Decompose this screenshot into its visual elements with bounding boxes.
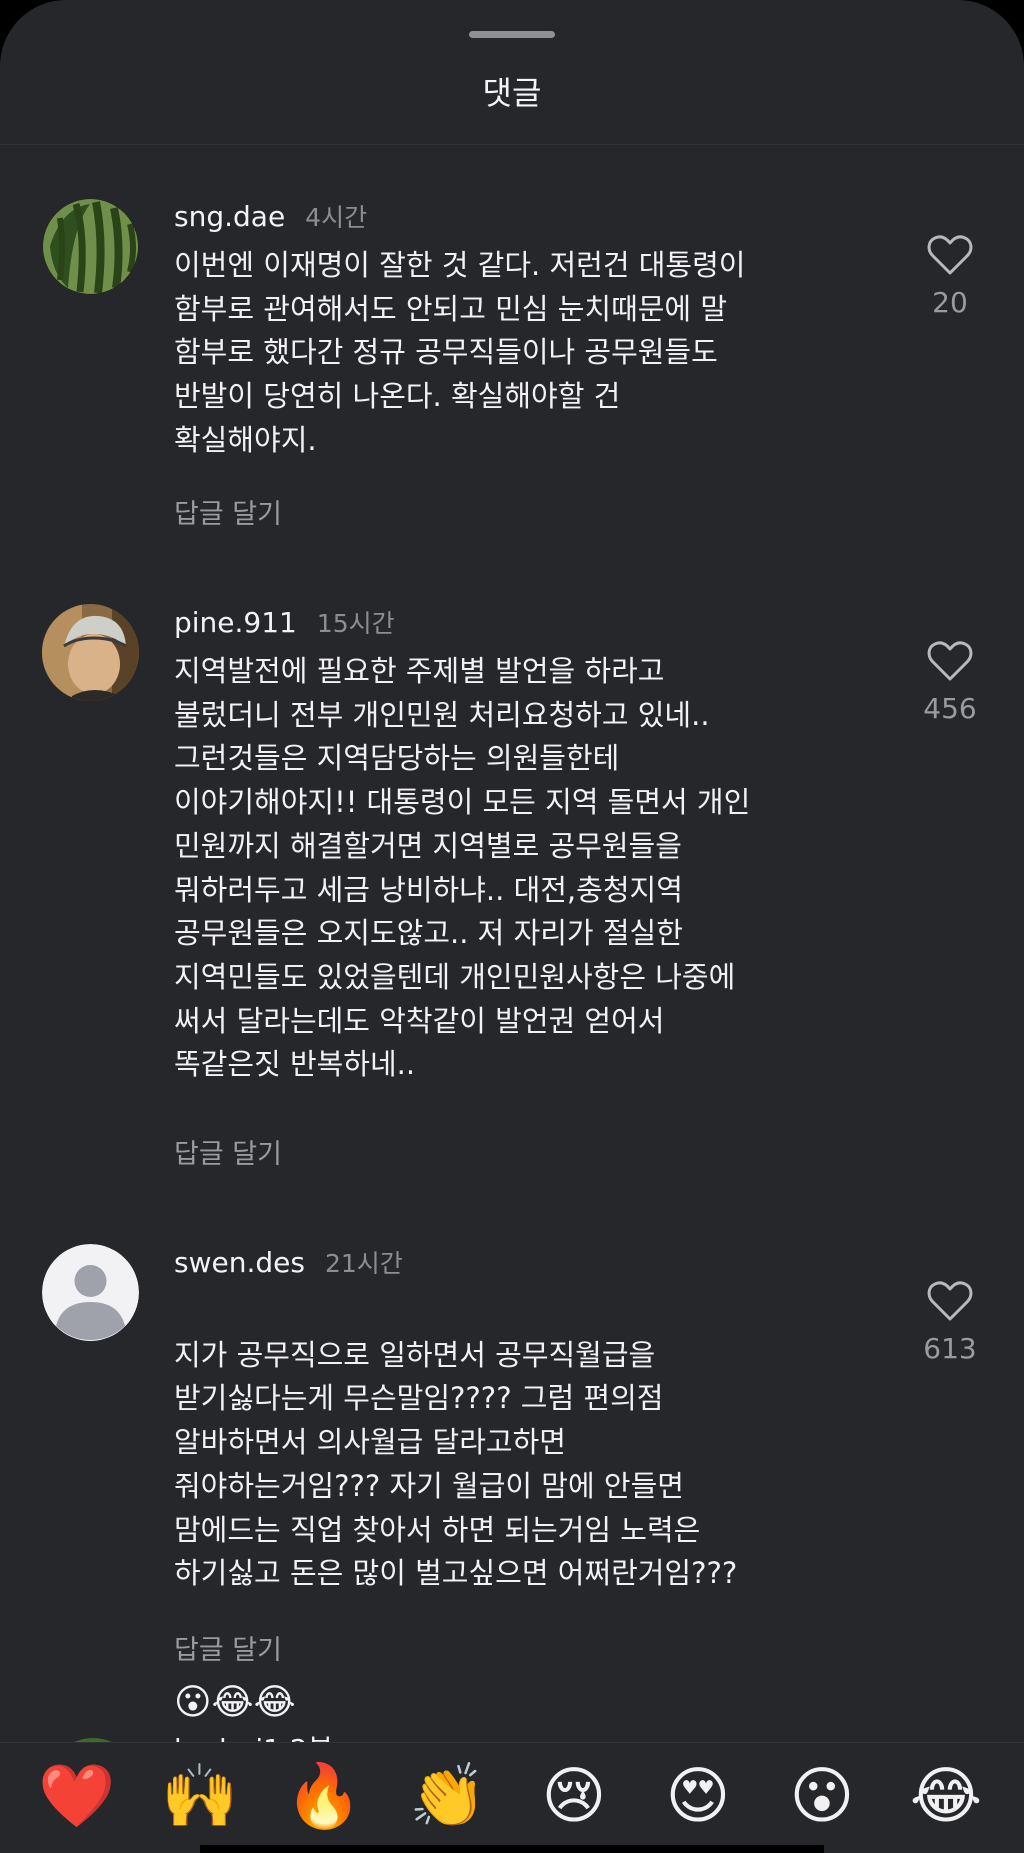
comment-username[interactable]: pine.911 xyxy=(174,606,297,639)
like-count: 613 xyxy=(923,1332,977,1365)
comment-meta: sng.dae 4시간 xyxy=(174,198,367,238)
comment-timestamp: 15시간 xyxy=(316,609,395,638)
title-divider xyxy=(0,144,1024,145)
raising-hands-emoji[interactable]: 🙌 xyxy=(160,1756,240,1836)
heart-icon xyxy=(927,1281,973,1321)
heart-icon xyxy=(927,641,973,681)
comment-emojis: 😮😂😂 xyxy=(174,1682,296,1724)
home-indicator xyxy=(200,1845,824,1853)
comment-text: 지역발전에 필요한 주제별 발언을 하라고 불렀더니 전부 개인민원 처리요청하… xyxy=(174,654,751,1082)
comment-text-content: 지가 공무직으로 일하면서 공무직월급을 받기싫다는게 무슨말임???? 그럼 … xyxy=(174,1337,738,1591)
red-heart-emoji[interactable]: ❤️ xyxy=(37,1756,117,1836)
comment-username[interactable]: sng.dae xyxy=(174,200,285,233)
fire-emoji[interactable]: 🔥 xyxy=(284,1756,364,1836)
like-button[interactable]: 456 xyxy=(910,640,990,725)
default-user-avatar[interactable] xyxy=(42,1244,139,1341)
heart-eyes-emoji[interactable]: 😍 xyxy=(658,1756,738,1836)
like-count: 456 xyxy=(923,692,977,725)
comment-timestamp: 21시간 xyxy=(324,1249,403,1278)
crying-face-emoji[interactable]: 😢 xyxy=(534,1756,614,1836)
tears-of-joy-emoji[interactable]: 😂 xyxy=(906,1756,986,1836)
comment-meta: pine.911 15시간 xyxy=(174,604,395,644)
comment-meta: swen.des 21시간 xyxy=(174,1244,403,1284)
like-button[interactable]: 613 xyxy=(910,1280,990,1365)
reply-button[interactable]: 답글 달기 xyxy=(174,1628,282,1667)
reply-button[interactable]: 답글 달기 xyxy=(174,492,282,531)
reply-button[interactable]: 답글 달기 xyxy=(174,1132,282,1171)
surprised-face-emoji[interactable]: 😮 xyxy=(782,1756,862,1836)
sheet-title: 댓글 xyxy=(482,74,542,112)
photo-avatar[interactable] xyxy=(42,604,139,701)
clapping-hands-emoji[interactable]: 👏 xyxy=(408,1756,488,1836)
comments-sheet: 댓글 sng.dae 4시간 이번엔 이재명이 잘한 것 같다. 저런건 대통령… xyxy=(0,0,1024,1853)
comment-timestamp: 4시간 xyxy=(305,203,368,232)
like-button[interactable]: 20 xyxy=(910,234,990,319)
comment-username[interactable]: swen.des xyxy=(174,1246,305,1279)
emoji-reaction-bar: ❤️ 🙌 🔥 👏 😢 😍 😮 😂 xyxy=(0,1742,1024,1853)
like-count: 20 xyxy=(932,286,968,319)
watermelon-avatar[interactable] xyxy=(42,198,139,295)
sheet-drag-handle[interactable] xyxy=(469,31,555,38)
heart-icon xyxy=(927,235,973,275)
comment-text: 이번엔 이재명이 잘한 것 같다. 저런건 대통령이 함부로 관여해서도 안되고… xyxy=(174,248,746,457)
